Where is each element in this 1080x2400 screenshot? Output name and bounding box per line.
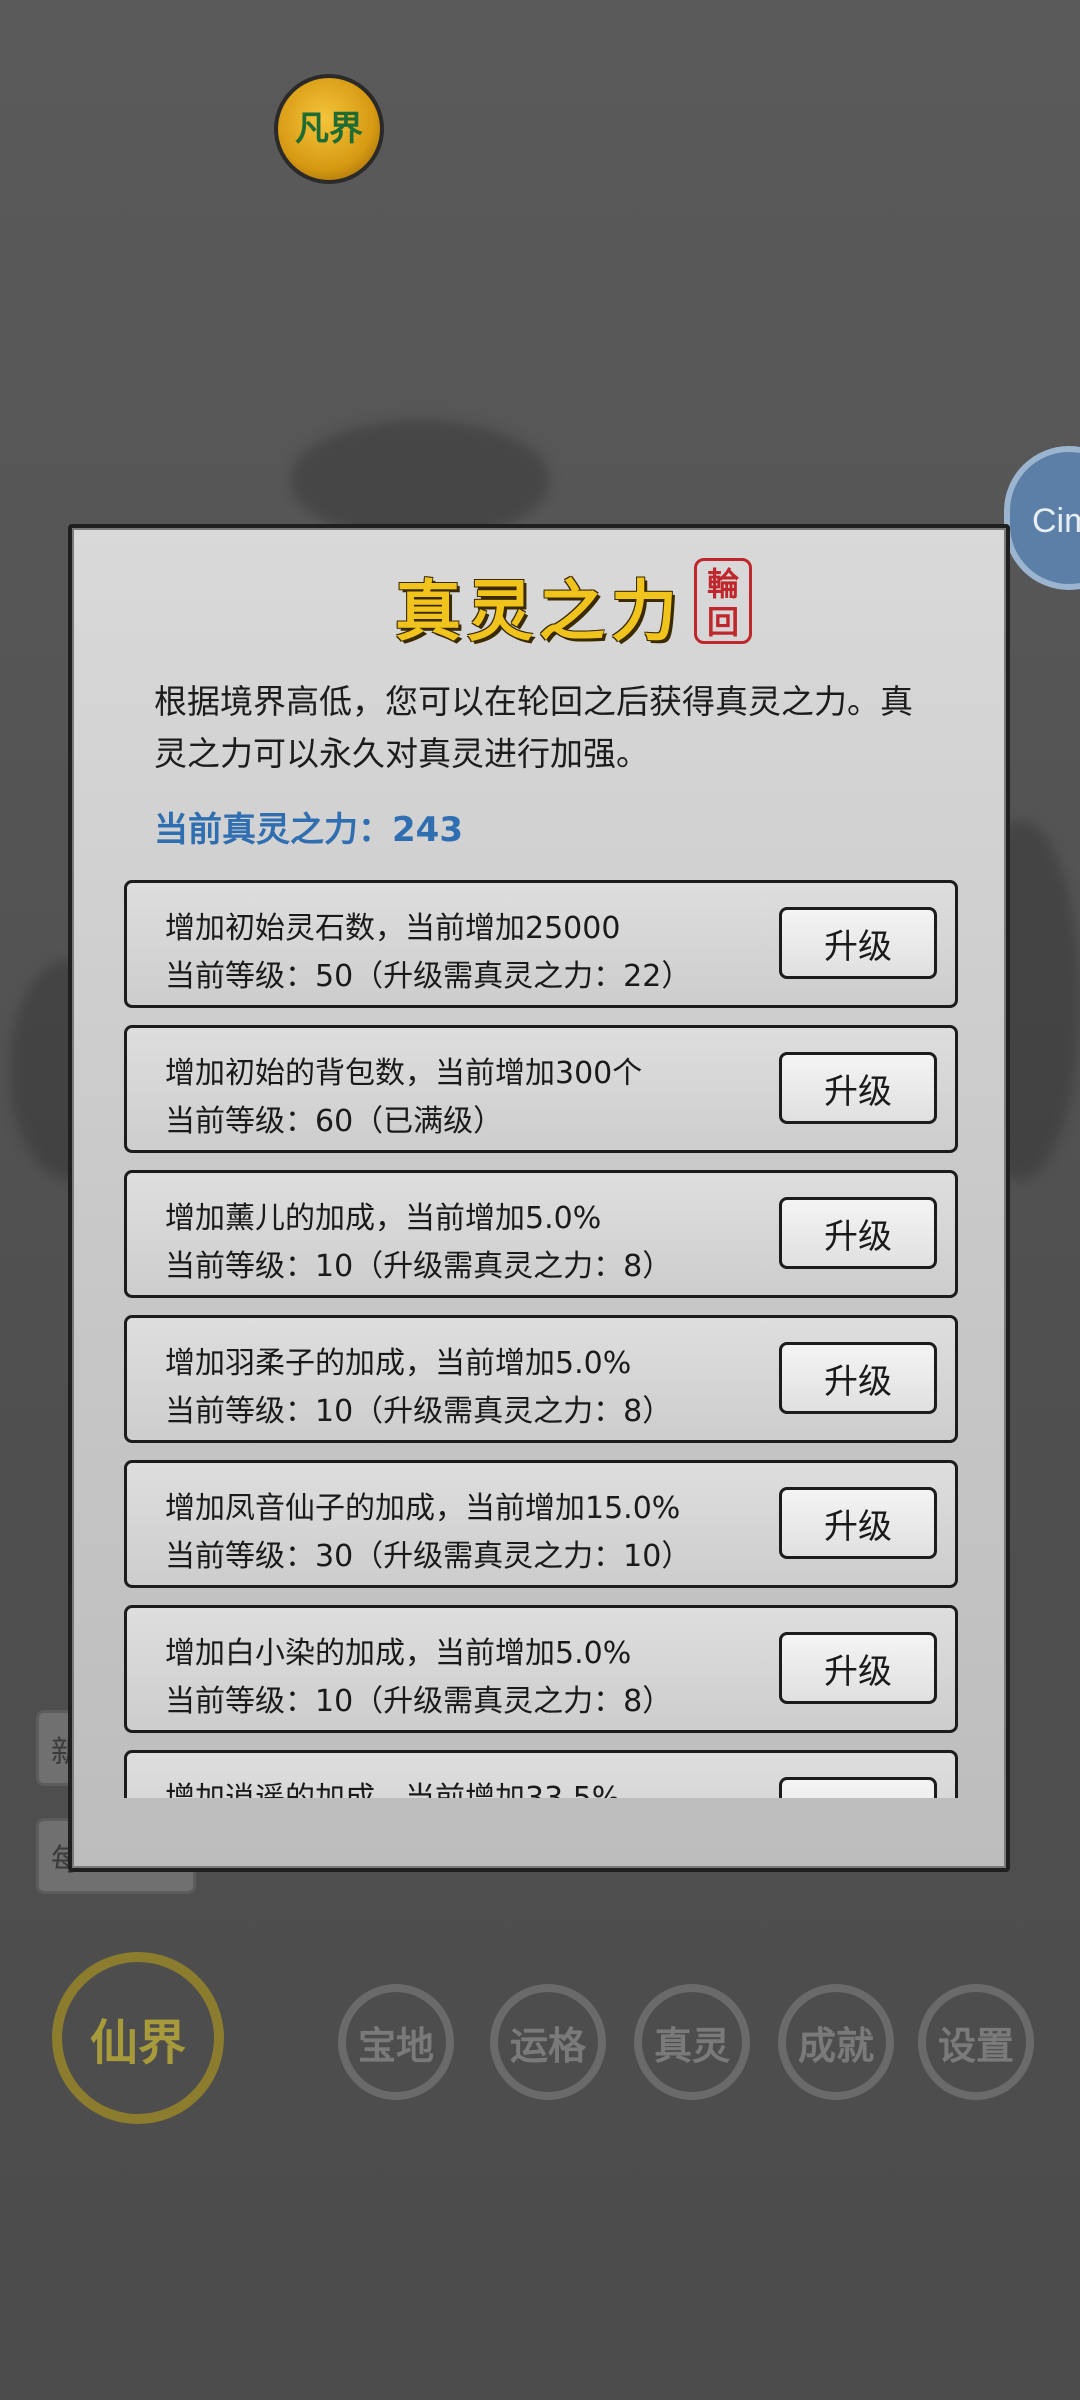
upgrade-button[interactable]: 升级 — [779, 1777, 937, 1798]
upgrade-item-title: 增加白小染的加成，当前增加5.0% — [165, 1636, 632, 1671]
nav-button-treasure[interactable]: 宝地 — [338, 1984, 454, 2100]
nav-main-button[interactable]: 仙界 — [52, 1952, 224, 2124]
upgrade-item-level: 当前等级：10（升级需真灵之力：8） — [165, 1684, 673, 1719]
upgrade-item-title: 增加羽柔子的加成，当前增加5.0% — [165, 1346, 632, 1381]
upgrade-button[interactable]: 升级 — [779, 1342, 937, 1414]
realm-badge-label: 凡界 — [295, 109, 363, 149]
nav-label: 真灵 — [653, 2022, 730, 2068]
upgrade-item-level: 当前等级：60（已满级） — [165, 1104, 504, 1139]
upgrade-button[interactable]: 升级 — [779, 1197, 937, 1269]
upgrade-item-title: 增加凤音仙子的加成，当前增加15.0% — [165, 1491, 681, 1526]
current-power-value: 243 — [392, 810, 463, 850]
upgrade-item: 增加初始灵石数，当前增加25000 当前等级：50（升级需真灵之力：22） 升级 — [124, 880, 958, 1008]
true-spirit-dialog: 真灵之力 輪回 根据境界高低，您可以在轮回之后获得真灵之力。真灵之力可以永久对真… — [68, 524, 1010, 1872]
upgrade-button[interactable]: 升级 — [779, 907, 937, 979]
nav-button-fortune[interactable]: 运格 — [490, 1984, 606, 2100]
upgrade-item: 增加羽柔子的加成，当前增加5.0% 当前等级：10（升级需真灵之力：8） 升级 — [124, 1315, 958, 1443]
upgrade-item-level: 当前等级：10（升级需真灵之力：8） — [165, 1249, 673, 1284]
current-power-label: 当前真灵之力： — [154, 810, 392, 850]
dialog-title: 真灵之力 — [72, 558, 1006, 654]
upgrade-item: 增加凤音仙子的加成，当前增加15.0% 当前等级：30（升级需真灵之力：10） … — [124, 1460, 958, 1588]
side-bubble-label: Cim — [1032, 502, 1080, 540]
dialog-title-text: 真灵之力 — [395, 572, 683, 650]
upgrade-button[interactable]: 升级 — [779, 1487, 937, 1559]
upgrade-list[interactable]: 增加初始灵石数，当前增加25000 当前等级：50（升级需真灵之力：22） 升级… — [124, 880, 960, 1798]
upgrade-item-title: 增加逍遥的加成，当前增加33.5% — [165, 1773, 620, 1798]
nav-button-achievement[interactable]: 成就 — [778, 1984, 894, 2100]
upgrade-item: 增加初始的背包数，当前增加300个 当前等级：60（已满级） 升级 — [124, 1025, 958, 1153]
nav-label: 宝地 — [357, 2022, 434, 2068]
nav-label: 运格 — [509, 2022, 586, 2068]
upgrade-item-title: 增加初始的背包数，当前增加300个 — [165, 1056, 643, 1091]
upgrade-item: 增加白小染的加成，当前增加5.0% 当前等级：10（升级需真灵之力：8） 升级 — [124, 1605, 958, 1733]
upgrade-item: 增加逍遥的加成，当前增加33.5% 升级 — [124, 1750, 958, 1798]
nav-label: 设置 — [937, 2022, 1014, 2068]
upgrade-item-level: 当前等级：30（升级需真灵之力：10） — [165, 1539, 692, 1574]
current-power: 当前真灵之力：243 — [154, 802, 463, 851]
nav-button-true-spirit[interactable]: 真灵 — [634, 1984, 750, 2100]
upgrade-item-title: 增加初始灵石数，当前增加25000 — [165, 911, 621, 946]
nav-main-label: 仙界 — [89, 2015, 186, 2071]
dialog-description: 根据境界高低，您可以在轮回之后获得真灵之力。真灵之力可以永久对真灵进行加强。 — [154, 682, 913, 773]
upgrade-item: 增加薰儿的加成，当前增加5.0% 当前等级：10（升级需真灵之力：8） 升级 — [124, 1170, 958, 1298]
nav-button-settings[interactable]: 设置 — [918, 1984, 1034, 2100]
ink-decoration — [290, 420, 550, 540]
upgrade-button[interactable]: 升级 — [779, 1052, 937, 1124]
nav-label: 成就 — [797, 2022, 874, 2068]
realm-badge-icon[interactable]: 凡界 — [274, 74, 384, 184]
upgrade-item-title: 增加薰儿的加成，当前增加5.0% — [165, 1201, 602, 1236]
reincarnation-seal-icon: 輪回 — [694, 558, 752, 644]
upgrade-item-level: 当前等级：10（升级需真灵之力：8） — [165, 1394, 673, 1429]
upgrade-button[interactable]: 升级 — [779, 1632, 937, 1704]
upgrade-item-level: 当前等级：50（升级需真灵之力：22） — [165, 959, 692, 994]
